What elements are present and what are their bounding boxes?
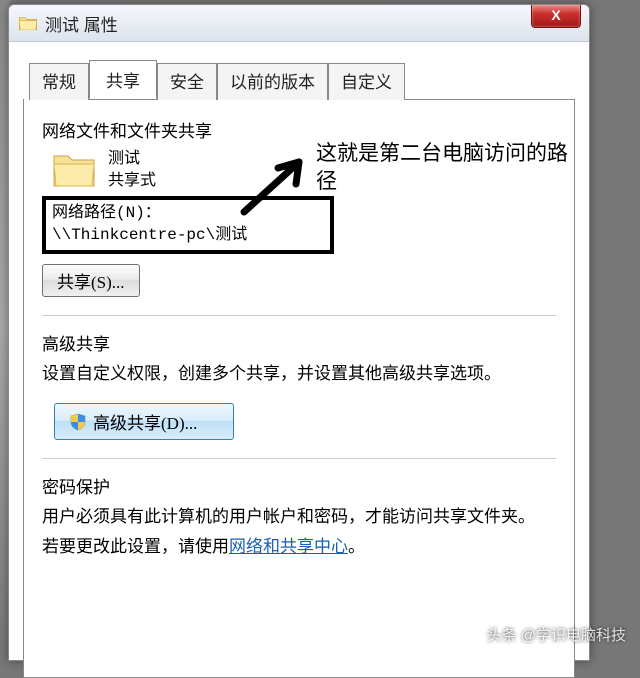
close-button[interactable]: X xyxy=(531,5,581,28)
folder-name-label: 测试 xyxy=(108,148,156,170)
titlebar: 测试 属性 X xyxy=(9,5,589,42)
share-button[interactable]: 共享(S)... xyxy=(42,264,140,297)
annotation-text: 这就是第二台电脑访问的路 径 xyxy=(316,139,640,195)
tab-customize[interactable]: 自定义 xyxy=(328,63,405,100)
network-path-value: \\Thinkcentre-pc\测试 xyxy=(52,224,324,246)
folder-icon xyxy=(19,16,37,30)
password-desc-2a: 若要更改此设置，请使用 xyxy=(42,537,229,556)
tabs: 常规 共享 安全 以前的版本 自定义 xyxy=(29,62,575,100)
password-desc-2b: 。 xyxy=(348,537,365,556)
advanced-share-title: 高级共享 xyxy=(42,330,556,355)
network-sharing-center-link[interactable]: 网络和共享中心 xyxy=(229,537,348,556)
network-path-box: 网络路径(N)： \\Thinkcentre-pc\测试 xyxy=(42,196,334,254)
folder-large-icon xyxy=(52,152,96,188)
tab-sharing[interactable]: 共享 xyxy=(89,60,157,99)
tab-security[interactable]: 安全 xyxy=(157,63,217,100)
advanced-share-desc: 设置自定义权限，创建多个共享，并设置其他高级共享选项。 xyxy=(42,361,556,387)
divider-1 xyxy=(42,315,556,316)
advanced-share-button[interactable]: 高级共享(D)... xyxy=(54,403,234,440)
tab-panel-sharing: 网络文件和文件夹共享 测试 共享式 网络路径(N)： \\Thinkcentre… xyxy=(23,99,575,678)
share-mode-label: 共享式 xyxy=(108,170,156,192)
network-path-label: 网络路径(N)： xyxy=(52,202,324,224)
properties-dialog: 测试 属性 X 常规 共享 安全 以前的版本 自定义 网络文件和文件夹共享 测试… xyxy=(8,4,590,661)
password-protect-title: 密码保护 xyxy=(42,473,556,498)
shield-icon xyxy=(69,413,87,431)
password-desc-1: 用户必须具有此计算机的用户帐户和密码，才能访问共享文件夹。 xyxy=(42,504,556,530)
window-title: 测试 属性 xyxy=(45,11,118,36)
tab-previous-versions[interactable]: 以前的版本 xyxy=(217,63,328,100)
advanced-share-button-label: 高级共享(D)... xyxy=(93,409,197,434)
tab-general[interactable]: 常规 xyxy=(29,63,89,100)
divider-2 xyxy=(42,458,556,459)
